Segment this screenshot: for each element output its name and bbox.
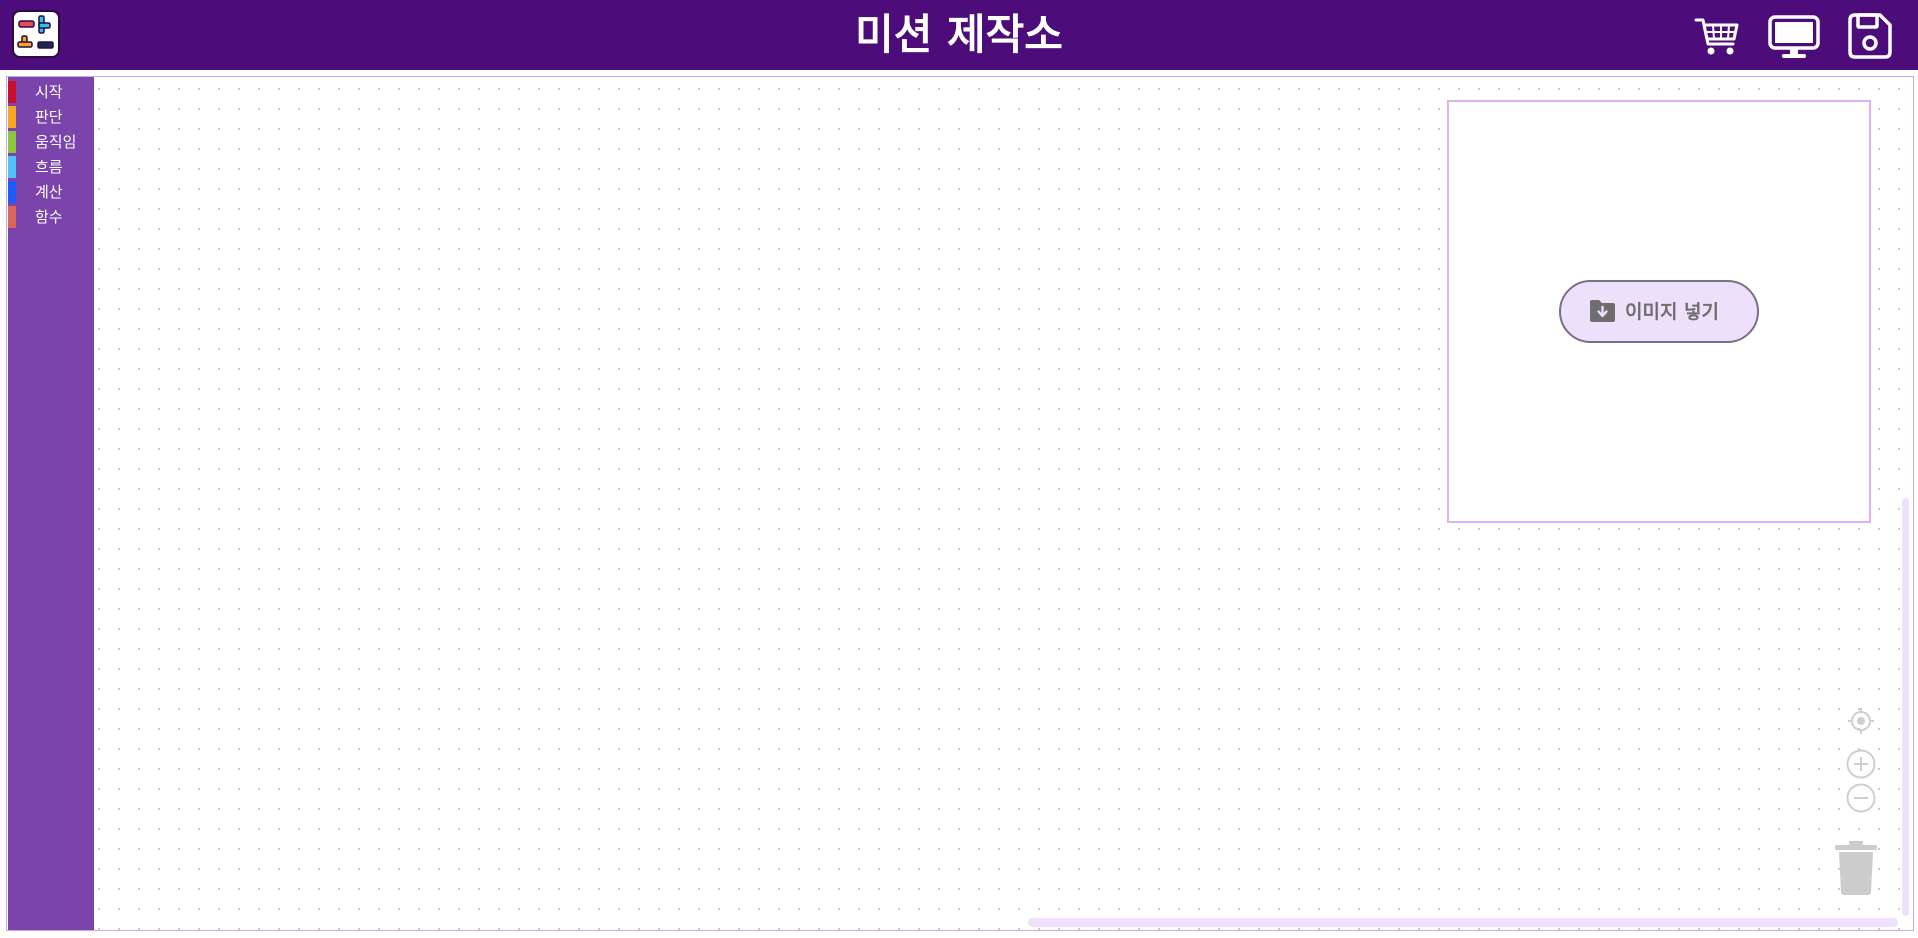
category-label: 함수 <box>35 208 63 226</box>
category-label: 흐름 <box>35 158 63 176</box>
category-color-swatch <box>8 156 16 178</box>
category-motion[interactable]: 움직임 <box>8 129 94 153</box>
category-label: 움직임 <box>35 133 77 151</box>
category-math[interactable]: 계산 <box>8 179 94 203</box>
block-category-toolbox: 시작 판단 움직임 흐름 계산 함수 <box>8 77 94 930</box>
category-label: 판단 <box>35 108 63 126</box>
monitor-icon <box>1768 15 1820 58</box>
target-icon <box>1848 708 1874 734</box>
zoom-out-icon <box>1846 783 1876 813</box>
cart-icon <box>1694 18 1739 55</box>
folder-download-icon <box>1590 300 1615 322</box>
insert-image-label: 이미지 넣기 <box>1625 301 1720 323</box>
insert-image-button[interactable]: 이미지 넣기 <box>1559 280 1759 343</box>
category-color-swatch <box>8 81 16 103</box>
category-color-swatch <box>8 206 16 228</box>
page-title: 미션 제작소 <box>855 10 1063 59</box>
category-function[interactable]: 함수 <box>8 204 94 228</box>
category-logic[interactable]: 판단 <box>8 104 94 128</box>
save-button[interactable] <box>1845 12 1893 60</box>
vertical-scrollbar[interactable] <box>1902 498 1909 916</box>
category-color-swatch <box>8 106 16 128</box>
category-color-swatch <box>8 181 16 203</box>
horizontal-scrollbar[interactable] <box>1028 918 1898 927</box>
present-button[interactable] <box>1768 12 1820 60</box>
zoom-in-button[interactable] <box>1846 749 1876 779</box>
category-flow[interactable]: 흐름 <box>8 154 94 178</box>
category-start[interactable]: 시작 <box>8 79 94 103</box>
category-color-swatch <box>8 131 16 153</box>
recenter-button[interactable] <box>1847 707 1875 735</box>
category-label: 계산 <box>35 183 63 201</box>
trash-can[interactable] <box>1834 840 1878 896</box>
app-header: 미션 제작소 <box>0 0 1918 70</box>
cart-button[interactable] <box>1693 12 1741 60</box>
save-icon <box>1848 13 1892 59</box>
zoom-in-icon <box>1846 749 1876 779</box>
trash-icon <box>1835 841 1877 895</box>
category-label: 시작 <box>35 83 63 101</box>
zoom-out-button[interactable] <box>1846 783 1876 813</box>
